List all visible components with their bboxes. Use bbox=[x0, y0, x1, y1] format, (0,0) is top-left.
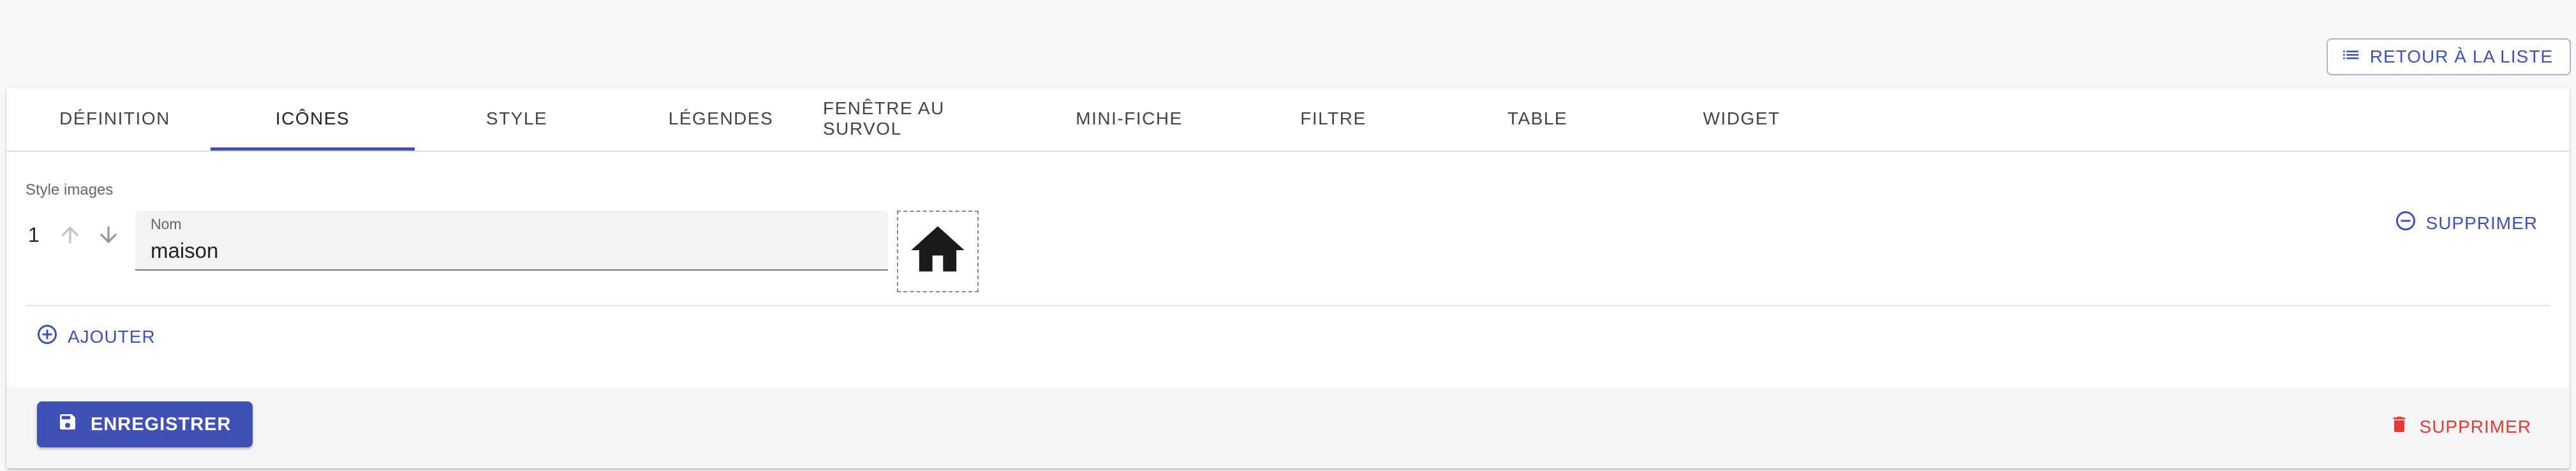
tab-style[interactable]: STYLE bbox=[415, 88, 619, 149]
tab-fenetre-au-survol[interactable]: FENÊTRE AU SURVOL bbox=[823, 88, 1027, 149]
back-to-list-button[interactable]: RETOUR À LA LISTE bbox=[2326, 38, 2571, 75]
row-delete-label: SUPPRIMER bbox=[2425, 213, 2538, 233]
add-label: AJOUTER bbox=[68, 326, 156, 347]
row-delete-button[interactable]: SUPPRIMER bbox=[2394, 209, 2538, 237]
tab-icones[interactable]: ICÔNES bbox=[211, 88, 415, 151]
back-to-list-label: RETOUR À LA LISTE bbox=[2369, 47, 2553, 66]
delete-button[interactable]: SUPPRIMER bbox=[2389, 413, 2531, 440]
layer-edit-card: DÉFINITION ICÔNES STYLE LÉGENDES FENÊTRE… bbox=[6, 88, 2570, 468]
tab-table[interactable]: TABLE bbox=[1435, 88, 1640, 149]
add-button[interactable]: AJOUTER bbox=[36, 323, 156, 350]
house-icon bbox=[906, 218, 970, 285]
style-images-label: Style images bbox=[26, 181, 114, 198]
trash-icon bbox=[2389, 413, 2409, 440]
remove-circle-icon bbox=[2394, 209, 2417, 237]
tab-definition[interactable]: DÉFINITION bbox=[13, 88, 217, 149]
tab-bar: DÉFINITION ICÔNES STYLE LÉGENDES FENÊTRE… bbox=[6, 88, 2570, 152]
tab-widget[interactable]: WIDGET bbox=[1640, 88, 1844, 149]
name-field-value[interactable]: maison bbox=[151, 239, 218, 263]
icon-picker[interactable] bbox=[897, 211, 979, 292]
add-circle-icon bbox=[36, 323, 59, 350]
tab-mini-fiche[interactable]: MINI-FICHE bbox=[1027, 88, 1231, 149]
save-icon bbox=[57, 412, 78, 437]
divider bbox=[26, 305, 2550, 306]
save-label: ENREGISTRER bbox=[91, 414, 232, 435]
move-up-icon[interactable] bbox=[57, 222, 83, 248]
row-index: 1 bbox=[28, 223, 40, 246]
form-footer: ENREGISTRER SUPPRIMER bbox=[6, 387, 2570, 468]
tab-filtre[interactable]: FILTRE bbox=[1231, 88, 1435, 149]
name-field-label: Nom bbox=[151, 216, 182, 232]
name-field[interactable]: Nom maison bbox=[135, 211, 888, 271]
move-down-icon[interactable] bbox=[96, 222, 121, 248]
delete-label: SUPPRIMER bbox=[2419, 416, 2531, 437]
save-button[interactable]: ENREGISTRER bbox=[37, 401, 253, 447]
list-icon bbox=[2341, 45, 2361, 70]
tab-legendes[interactable]: LÉGENDES bbox=[619, 88, 823, 149]
